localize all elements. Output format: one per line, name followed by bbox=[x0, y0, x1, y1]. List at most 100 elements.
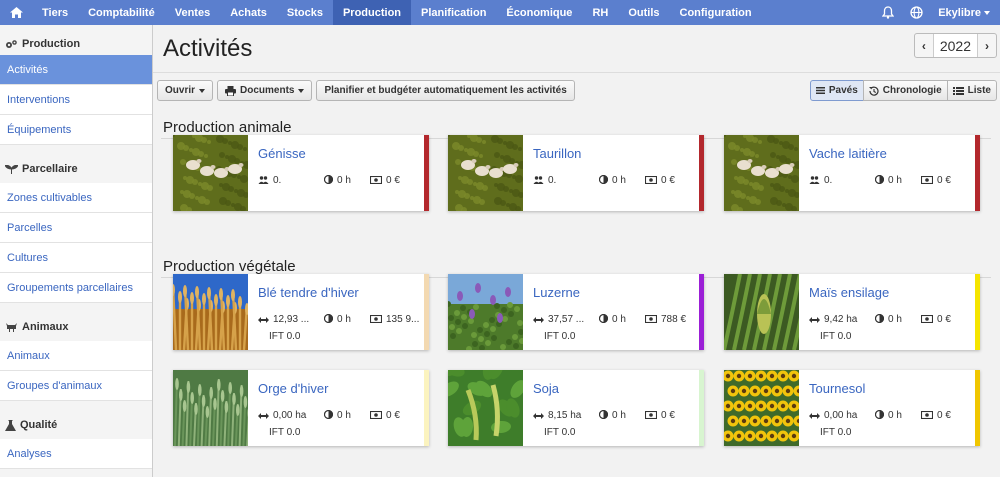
documents-button[interactable]: Documents bbox=[217, 80, 313, 101]
activity-thumbnail bbox=[724, 274, 799, 350]
toolbar: Ouvrir Documents Planifier et budgéter a… bbox=[157, 80, 575, 101]
activity-name[interactable]: Orge d'hiver bbox=[258, 381, 328, 396]
activity-card-mais[interactable]: Maïs ensilage 9,42 ha 0 h 0 € IFT 0.0 bbox=[724, 274, 980, 350]
activity-stat-cost: 0 € bbox=[644, 410, 675, 421]
sidebar-item-activites[interactable]: Activités bbox=[0, 55, 152, 85]
activity-ift: IFT 0.0 bbox=[820, 331, 852, 342]
activity-name[interactable]: Soja bbox=[533, 381, 559, 396]
chevron-down-icon bbox=[984, 10, 990, 15]
users-icon bbox=[533, 175, 544, 186]
activity-card-genisse[interactable]: Génisse 0. 0 h 0 € bbox=[173, 135, 429, 211]
nav-item-tiers[interactable]: Tiers bbox=[32, 0, 78, 25]
sidebar-item-interventions[interactable]: Interventions bbox=[0, 85, 152, 115]
money-icon bbox=[369, 410, 383, 421]
seedling-icon bbox=[5, 164, 18, 174]
activity-card-vache[interactable]: Vache laitière 0. 0 h 0 € bbox=[724, 135, 980, 211]
sidebar-item-cultures[interactable]: Cultures bbox=[0, 243, 152, 273]
nav-item-production[interactable]: Production bbox=[332, 0, 412, 25]
activity-name[interactable]: Luzerne bbox=[533, 285, 580, 300]
users-icon bbox=[258, 175, 269, 186]
globe-icon[interactable] bbox=[902, 6, 930, 19]
activity-stat-first: 0. bbox=[258, 175, 324, 186]
view-list-button[interactable]: Liste bbox=[946, 80, 997, 101]
sidebar-item-groupes-animaux[interactable]: Groupes d'animaux bbox=[0, 371, 152, 401]
activity-color-bar bbox=[699, 370, 704, 446]
activity-stat-first: 9,42 ha bbox=[809, 314, 875, 325]
section-title-animal: Production animale bbox=[163, 119, 292, 136]
activity-card-ble[interactable]: Blé tendre d'hiver 12,93 ... 0 h 135 9..… bbox=[173, 274, 429, 350]
user-menu[interactable]: Ekylibre bbox=[930, 7, 1000, 19]
next-year-button[interactable]: › bbox=[978, 34, 996, 57]
sidebar-item-equipements[interactable]: Équipements bbox=[0, 115, 152, 145]
sidebar-section-animaux: Animaux bbox=[0, 313, 152, 341]
activity-color-bar bbox=[975, 370, 980, 446]
activity-stat-value: 0. bbox=[273, 175, 282, 186]
view-list-label: Liste bbox=[967, 85, 991, 96]
activity-card-soja[interactable]: Soja 8,15 ha 0 h 0 € IFT 0.0 bbox=[448, 370, 704, 446]
nav-item-configuration[interactable]: Configuration bbox=[670, 0, 762, 25]
nav-item-planification[interactable]: Planification bbox=[411, 0, 496, 25]
activity-stat-first: 0,00 ha bbox=[809, 410, 875, 421]
activity-ift: IFT 0.0 bbox=[544, 427, 576, 438]
sidebar-item-analyses[interactable]: Analyses bbox=[0, 439, 152, 469]
sidebar-item-animaux[interactable]: Animaux bbox=[0, 341, 152, 371]
activity-stat-cost: 0 € bbox=[369, 175, 400, 186]
view-tiles-button[interactable]: Pavés bbox=[809, 80, 864, 101]
open-button-label: Ouvrir bbox=[165, 85, 196, 96]
home-icon[interactable] bbox=[0, 0, 32, 25]
nav-item-achats[interactable]: Achats bbox=[220, 0, 277, 25]
sidebar-section-title: Animaux bbox=[22, 321, 69, 333]
nav-item-outils[interactable]: Outils bbox=[618, 0, 669, 25]
activity-name[interactable]: Blé tendre d'hiver bbox=[258, 285, 359, 300]
activity-stat-hours: 0 h bbox=[323, 313, 370, 325]
activity-stat-first: 37,57 ... bbox=[533, 314, 599, 325]
activity-name[interactable]: Tournesol bbox=[809, 381, 865, 396]
activity-name[interactable]: Taurillon bbox=[533, 146, 581, 161]
sidebar-item-groupements-parcellaires[interactable]: Groupements parcellaires bbox=[0, 273, 152, 303]
bell-icon[interactable] bbox=[874, 6, 902, 19]
activity-stats: 0. 0 h 0 € bbox=[258, 174, 400, 186]
top-navigation: Tiers Comptabilité Ventes Achats Stocks … bbox=[0, 0, 1000, 25]
sidebar-item-parcelles[interactable]: Parcelles bbox=[0, 213, 152, 243]
activity-cost-value: 788 € bbox=[661, 314, 687, 325]
activity-card-body: Orge d'hiver 0,00 ha 0 h 0 € IFT 0.0 bbox=[248, 370, 424, 446]
activity-card-taurillon[interactable]: Taurillon 0. 0 h 0 € bbox=[448, 135, 704, 211]
resize-icon bbox=[809, 411, 820, 421]
sidebar: Production Activités Interventions Équip… bbox=[0, 25, 153, 477]
resize-icon bbox=[533, 411, 544, 421]
activity-hours-value: 0 h bbox=[888, 410, 902, 421]
money-icon bbox=[644, 175, 658, 186]
activity-name[interactable]: Vache laitière bbox=[809, 146, 887, 161]
activity-stat-hours: 0 h bbox=[874, 174, 921, 186]
open-button[interactable]: Ouvrir bbox=[157, 80, 214, 101]
nav-item-economique[interactable]: Économique bbox=[496, 0, 582, 25]
activity-stat-value: 12,93 ... bbox=[273, 314, 310, 325]
previous-year-button[interactable]: ‹ bbox=[915, 34, 933, 57]
nav-item-rh[interactable]: RH bbox=[582, 0, 618, 25]
sidebar-item-zones-cultivables[interactable]: Zones cultivables bbox=[0, 183, 152, 213]
activity-card-orge[interactable]: Orge d'hiver 0,00 ha 0 h 0 € IFT 0.0 bbox=[173, 370, 429, 446]
activity-card-luzerne[interactable]: Luzerne 37,57 ... 0 h 788 € IFT 0.0 bbox=[448, 274, 704, 350]
activity-stat-value: 8,15 ha bbox=[548, 410, 582, 421]
activity-card-tournesol[interactable]: Tournesol 0,00 ha 0 h 0 € IFT 0.0 bbox=[724, 370, 980, 446]
activity-card-body: Blé tendre d'hiver 12,93 ... 0 h 135 9..… bbox=[248, 274, 424, 350]
nav-item-stocks[interactable]: Stocks bbox=[277, 0, 333, 25]
chevron-down-icon bbox=[199, 88, 206, 93]
activity-stats: 37,57 ... 0 h 788 € bbox=[533, 313, 687, 325]
activity-thumbnail bbox=[448, 135, 523, 211]
clock-icon bbox=[598, 174, 609, 186]
resize-icon bbox=[258, 315, 269, 325]
activity-cost-value: 0 € bbox=[937, 314, 951, 325]
activity-name[interactable]: Génisse bbox=[258, 146, 306, 161]
activity-stat-first: 0. bbox=[809, 175, 875, 186]
nav-item-comptabilite[interactable]: Comptabilité bbox=[78, 0, 165, 25]
view-timeline-label: Chronologie bbox=[882, 85, 942, 96]
activity-stats: 0. 0 h 0 € bbox=[533, 174, 675, 186]
nav-item-ventes[interactable]: Ventes bbox=[165, 0, 220, 25]
list-icon bbox=[952, 86, 964, 95]
activity-thumbnail bbox=[724, 135, 799, 211]
plan-budget-button[interactable]: Planifier et budgéter automatiquement le… bbox=[316, 80, 575, 101]
divider bbox=[153, 72, 1000, 73]
activity-name[interactable]: Maïs ensilage bbox=[809, 285, 889, 300]
view-timeline-button[interactable]: Chronologie bbox=[862, 80, 948, 101]
